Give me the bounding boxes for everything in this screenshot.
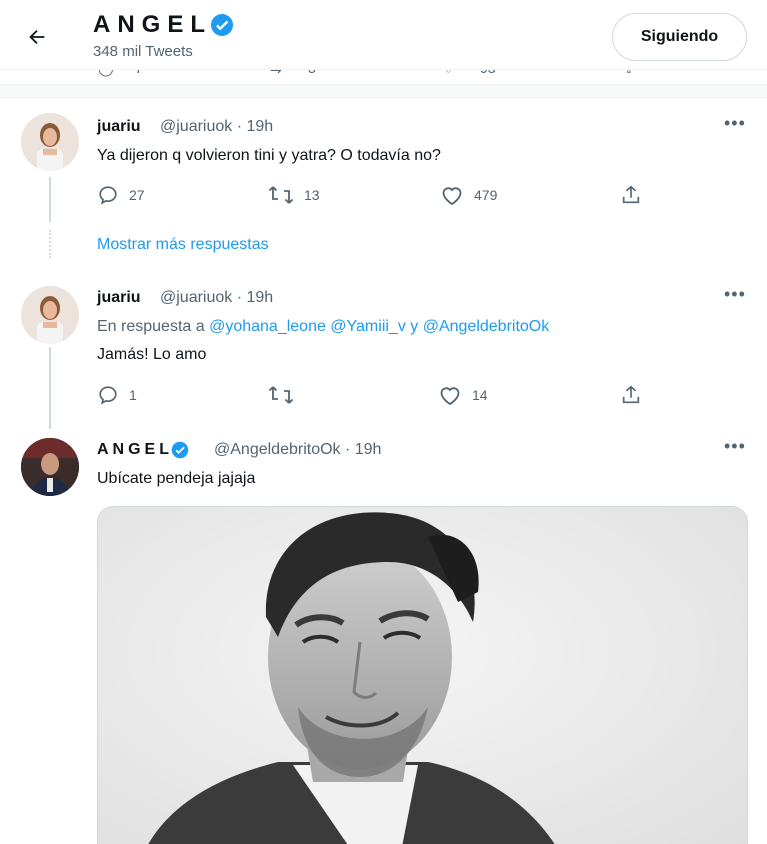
- retweet-count: 3: [308, 70, 316, 76]
- avatar[interactable]: [21, 438, 79, 496]
- back-button[interactable]: [22, 22, 52, 52]
- share-icon: [622, 385, 640, 404]
- media-image: [98, 507, 747, 844]
- reply-count: 7: [135, 70, 143, 76]
- reply-button[interactable]: 1: [97, 384, 137, 406]
- author-handle-time[interactable]: @AngeldebritoOk · 19h: [214, 441, 381, 459]
- more-options-icon[interactable]: •••: [724, 284, 746, 305]
- profile-header: ANGEL 348 mil Tweets Siguiendo: [0, 0, 767, 70]
- share-icon[interactable]: ⇪: [623, 70, 635, 77]
- retweet-count: 13: [304, 187, 320, 203]
- like-button[interactable]: 479: [440, 184, 497, 206]
- retweet-button[interactable]: 13: [268, 184, 320, 206]
- retweet-icon: [268, 386, 294, 404]
- verified-badge-icon: [211, 14, 233, 36]
- reply-icon: [99, 386, 117, 405]
- author-handle-time[interactable]: @juariuok · 19h: [160, 118, 273, 136]
- author-name[interactable]: juariu: [97, 289, 141, 307]
- show-more-replies-link[interactable]: Mostrar más respuestas: [97, 236, 269, 254]
- tweet-text: Ya dijeron q volvieron tini y yatra? O t…: [97, 147, 441, 164]
- like-icon[interactable]: ♡: [442, 70, 455, 77]
- reply-button[interactable]: 27: [97, 184, 145, 206]
- retweet-icon[interactable]: ⇆: [270, 70, 282, 77]
- author-name[interactable]: ANGEL: [97, 441, 189, 459]
- reply-prefix: En respuesta a: [97, 318, 205, 335]
- retweet-icon: [268, 186, 294, 204]
- like-icon: [442, 187, 462, 206]
- share-button[interactable]: [620, 384, 652, 406]
- like-button[interactable]: 14: [438, 384, 488, 406]
- like-count: 14: [472, 387, 488, 403]
- tweet-media-gif[interactable]: [97, 506, 748, 844]
- thread-line: [49, 177, 51, 222]
- like-count: 479: [474, 187, 498, 203]
- reply-context: En respuesta a @yohana_leone @Yamiii_v y…: [97, 318, 549, 336]
- more-options-icon[interactable]: •••: [724, 113, 746, 134]
- back-arrow-icon: [29, 29, 45, 45]
- following-button[interactable]: Siguiendo: [612, 13, 747, 61]
- profile-title: ANGEL: [93, 11, 234, 39]
- reply-icon[interactable]: ◯: [98, 70, 114, 77]
- thread-gap-dots: [49, 230, 51, 258]
- more-options-icon[interactable]: •••: [724, 436, 746, 457]
- reply-count: 1: [129, 387, 137, 403]
- author-name-text: ANGEL: [97, 441, 173, 458]
- reply-count: 27: [129, 187, 145, 203]
- thread-line: [49, 347, 51, 429]
- verified-badge-icon: [171, 441, 189, 459]
- profile-name: ANGEL: [93, 11, 212, 38]
- like-count: 93: [480, 70, 496, 76]
- author-handle-time[interactable]: @juariuok · 19h: [160, 289, 273, 307]
- like-icon: [440, 387, 460, 406]
- tweet-count: 348 mil Tweets: [93, 43, 193, 60]
- reply-mentions[interactable]: @yohana_leone @Yamiii_v y @AngeldebritoO…: [209, 318, 549, 335]
- previous-tweet-actions: ◯ 7 ⇆ 3 ♡ 93 ⇪: [0, 70, 767, 84]
- tweet-text: Jamás! Lo amo: [97, 346, 207, 363]
- avatar[interactable]: [21, 113, 79, 171]
- tweet-text: Ubícate pendeja jajaja: [97, 470, 256, 487]
- retweet-button[interactable]: [268, 384, 304, 406]
- author-name[interactable]: juariu: [97, 118, 141, 136]
- avatar[interactable]: [21, 286, 79, 344]
- share-icon: [622, 185, 640, 204]
- share-button[interactable]: [620, 184, 652, 206]
- section-divider: [0, 84, 767, 98]
- reply-icon: [99, 186, 117, 205]
